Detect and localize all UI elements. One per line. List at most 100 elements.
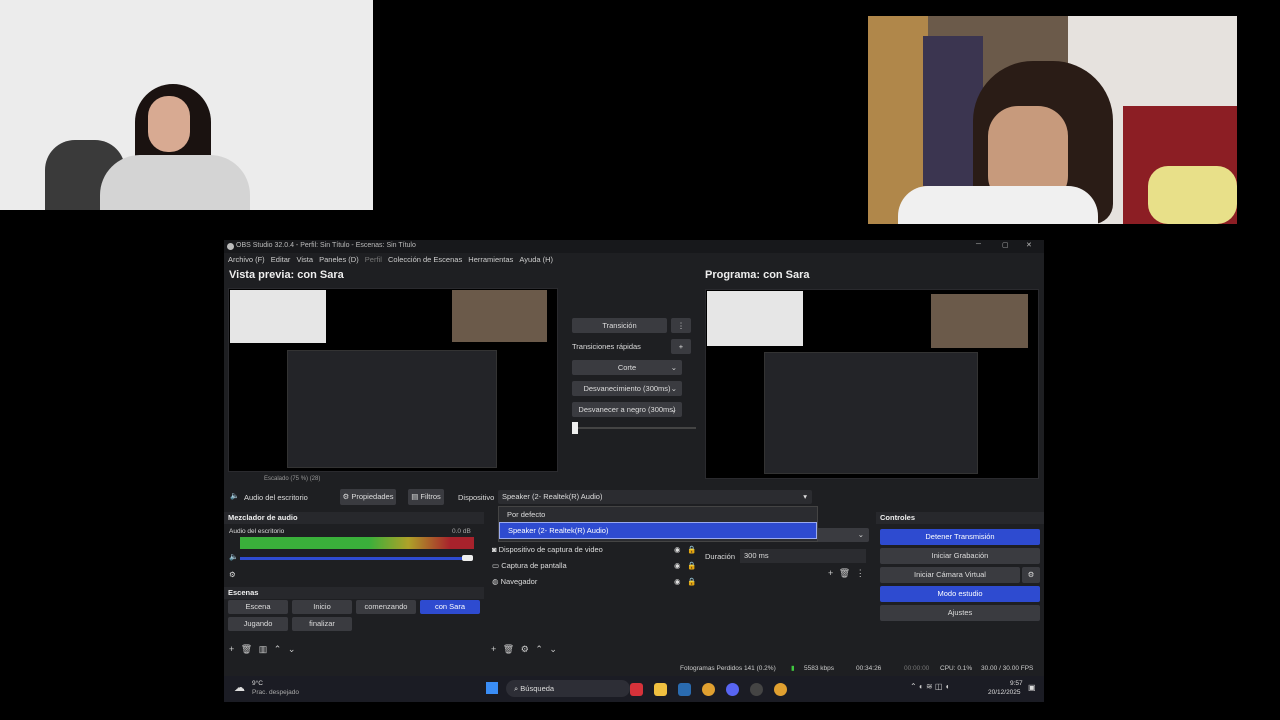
preview-canvas[interactable] bbox=[228, 288, 558, 472]
start-virtual-cam-button[interactable]: Iniciar Cámara Virtual bbox=[880, 567, 1020, 583]
start-recording-button[interactable]: Iniciar Grabación bbox=[880, 548, 1040, 564]
maximize-button[interactable]: ▢ bbox=[1002, 241, 1009, 249]
add-icon[interactable]: + bbox=[491, 644, 496, 654]
close-button[interactable]: ✕ bbox=[1026, 241, 1032, 249]
mixer-db: 0.0 dB bbox=[452, 528, 471, 535]
tbar-track bbox=[574, 427, 696, 429]
minimize-button[interactable]: ─ bbox=[976, 241, 981, 248]
source-browser[interactable]: ◍ Navegador ◉ 🔒 bbox=[492, 575, 696, 589]
add-icon[interactable]: + bbox=[229, 644, 234, 654]
scene-con-sara[interactable]: con Sara bbox=[420, 600, 480, 614]
lock-icon[interactable]: 🔒 bbox=[687, 575, 696, 589]
menu-coleccion[interactable]: Colección de Escenas bbox=[388, 255, 462, 264]
status-bar: Fotogramas Perdidos 141 (0.2%) ▮ 5583 kb… bbox=[224, 662, 1044, 675]
duration-field[interactable]: 300 ms bbox=[740, 549, 866, 563]
menu-ayuda[interactable]: Ayuda (H) bbox=[519, 255, 553, 264]
scene-escena[interactable]: Escena bbox=[228, 600, 288, 614]
transition-fade-black[interactable]: Desvanecer a negro (300ms) ⌄ bbox=[572, 402, 682, 417]
arrow-down-icon[interactable]: ⌄ bbox=[288, 644, 296, 654]
scene-comenzando[interactable]: comenzando bbox=[356, 600, 416, 614]
volume-slider[interactable] bbox=[240, 557, 472, 560]
windows-start-icon[interactable] bbox=[486, 682, 498, 694]
device-select[interactable]: Speaker (2- Realtek(R) Audio) ▾ bbox=[498, 490, 812, 504]
device-option-default[interactable]: Por defecto bbox=[499, 507, 817, 522]
steam-icon[interactable] bbox=[678, 683, 691, 696]
controls-header: Controles bbox=[876, 512, 1044, 524]
more-icon[interactable]: ⋮ bbox=[856, 568, 865, 578]
transition-menu-button[interactable]: ⋮ bbox=[671, 318, 691, 333]
trash-icon[interactable]: 🗑 bbox=[839, 568, 850, 578]
program-nested-screen bbox=[764, 352, 978, 474]
mixer-header: Mezclador de audio bbox=[224, 512, 484, 524]
stream-timer: 00:34:26 bbox=[856, 665, 882, 672]
source-video-capture[interactable]: ◙ Dispositivo de captura de video ◉ 🔒 bbox=[492, 543, 696, 557]
device-label: Dispositivo bbox=[458, 493, 495, 502]
source-screen-capture[interactable]: ▭ Captura de pantalla ◉ 🔒 bbox=[492, 559, 696, 573]
transition-button[interactable]: Transición bbox=[572, 318, 667, 333]
studio-mode-button[interactable]: Modo estudio bbox=[880, 586, 1040, 602]
transition-fade[interactable]: Desvanecimiento (300ms) ⌄ bbox=[572, 381, 682, 396]
scenes-header: Escenas bbox=[224, 587, 484, 599]
trash-icon[interactable]: 🗑 bbox=[241, 644, 252, 654]
menu-archivo[interactable]: Archivo (F) bbox=[228, 255, 265, 264]
quick-transitions-label: Transiciones rápidas bbox=[572, 342, 641, 351]
menu-editar[interactable]: Editar bbox=[271, 255, 291, 264]
properties-button[interactable]: ⚙ Propiedades bbox=[340, 489, 396, 505]
title-bar: OBS Studio 32.0.4 - Perfil: Sin Título -… bbox=[224, 240, 1044, 253]
webcam-tile-left bbox=[0, 0, 373, 210]
filter-icon[interactable]: ▥ bbox=[259, 644, 268, 654]
arrow-down-icon[interactable]: ⌄ bbox=[549, 644, 557, 654]
scene-jugando[interactable]: Jugando bbox=[228, 617, 288, 631]
app-icon-red[interactable] bbox=[630, 683, 643, 696]
tbar-slider[interactable] bbox=[572, 422, 578, 434]
folder-icon[interactable] bbox=[654, 683, 667, 696]
arrow-up-icon[interactable]: ⌃ bbox=[274, 644, 282, 654]
stop-stream-button[interactable]: Detener Transmisión bbox=[880, 529, 1040, 545]
mixer-gear-icon[interactable]: ⚙ bbox=[229, 570, 236, 579]
trash-icon[interactable]: 🗑 bbox=[503, 644, 514, 654]
volume-handle[interactable] bbox=[462, 555, 473, 561]
weather-desc: Prac. despejado bbox=[252, 689, 299, 696]
chrome-icon-2[interactable] bbox=[774, 683, 787, 696]
scene-finalizar[interactable]: finalizar bbox=[292, 617, 352, 631]
obs-taskbar-icon[interactable] bbox=[750, 683, 763, 696]
program-canvas bbox=[705, 289, 1039, 479]
mixer-channel-name: Audio del escritorio bbox=[229, 528, 285, 535]
search-box[interactable]: ⌕ Búsqueda bbox=[506, 680, 630, 697]
transition-corte[interactable]: Corte ⌄ bbox=[572, 360, 682, 375]
source-toolbar: + 🗑 ⚙ ⌃ ⌄ bbox=[491, 644, 557, 655]
gear-icon: ⚙ bbox=[342, 492, 350, 501]
add-transition-button[interactable]: + bbox=[671, 339, 691, 354]
menu-herramientas[interactable]: Herramientas bbox=[468, 255, 513, 264]
obs-logo-icon bbox=[227, 243, 234, 250]
notification-icon[interactable]: ▣ bbox=[1028, 683, 1036, 692]
clock-time: 9:57 bbox=[1010, 680, 1023, 687]
add-icon[interactable]: + bbox=[828, 568, 833, 578]
bitrate: 5583 kbps bbox=[804, 665, 834, 672]
scene-inicio[interactable]: Inicio bbox=[292, 600, 352, 614]
program-cam1 bbox=[707, 291, 803, 346]
clock-date: 20/12/2025 bbox=[988, 689, 1021, 696]
filters-button[interactable]: ▤ Filtros bbox=[408, 489, 444, 505]
mute-icon[interactable]: 🔈 bbox=[229, 552, 238, 561]
chevron-down-icon: ⌄ bbox=[857, 530, 864, 539]
camera-icon: ◙ bbox=[492, 545, 497, 554]
eye-icon[interactable]: ◉ bbox=[674, 559, 681, 573]
signal-icon: ▮ bbox=[791, 665, 795, 672]
menu-paneles[interactable]: Paneles (D) bbox=[319, 255, 359, 264]
eye-icon[interactable]: ◉ bbox=[674, 543, 681, 557]
eye-icon[interactable]: ◉ bbox=[674, 575, 681, 589]
chrome-icon[interactable] bbox=[702, 683, 715, 696]
device-option-speaker[interactable]: Speaker (2- Realtek(R) Audio) bbox=[499, 522, 817, 539]
discord-icon[interactable] bbox=[726, 683, 739, 696]
program-cam2 bbox=[931, 294, 1028, 348]
lock-icon[interactable]: 🔒 bbox=[687, 543, 696, 557]
tray-icons[interactable]: ⌃ ◐ ≋ ◫ ◖ bbox=[910, 682, 950, 691]
gear-icon[interactable]: ⚙ bbox=[521, 644, 529, 654]
menu-perfil[interactable]: Perfil bbox=[365, 255, 382, 264]
settings-button[interactable]: Ajustes bbox=[880, 605, 1040, 621]
menu-vista[interactable]: Vista bbox=[296, 255, 313, 264]
arrow-up-icon[interactable]: ⌃ bbox=[535, 644, 543, 654]
virtual-cam-settings-button[interactable]: ⚙ bbox=[1022, 567, 1040, 583]
lock-icon[interactable]: 🔒 bbox=[687, 559, 696, 573]
